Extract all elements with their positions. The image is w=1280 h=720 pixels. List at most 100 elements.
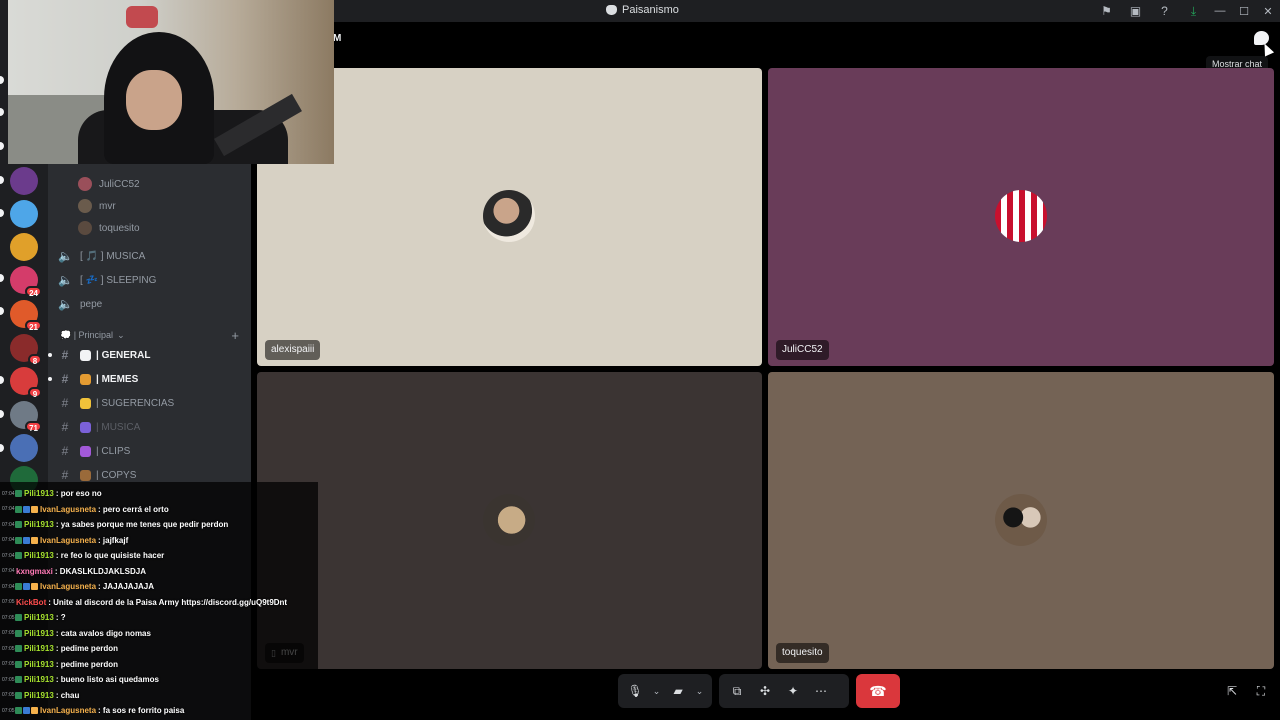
server-icon[interactable] [10, 434, 38, 462]
voice-user-name: JuliCC52 [99, 178, 140, 190]
unread-dot [48, 353, 52, 357]
channel-label: | COPYS [96, 469, 137, 481]
avatar [78, 177, 92, 191]
chat-badge-icon [15, 521, 22, 528]
mention-badge: 71 [25, 421, 42, 433]
popout-icon[interactable]: ⇱ [1223, 682, 1241, 700]
close-button[interactable]: ✕ [1256, 0, 1280, 22]
hash-icon: # [61, 420, 69, 434]
chat-badge-icon [15, 707, 22, 714]
chat-timestamp: 07:04 [2, 552, 15, 559]
chat-message: 07:05 Pili1913: pedime perdon [2, 641, 118, 656]
webcam-person-face [126, 70, 182, 130]
chat-username: IvanLagusneta [40, 706, 97, 715]
screenshare-icon[interactable]: ⧉ [725, 679, 749, 703]
activities-icon[interactable]: ✣ [753, 679, 777, 703]
window-title: Paisanismo [606, 4, 679, 16]
chat-badge-icon [31, 505, 38, 513]
chat-username: Pili1913 [24, 489, 54, 498]
window-title-text: Paisanismo [622, 4, 679, 16]
voice-user-toquesito[interactable]: toquesito [78, 219, 140, 237]
server-avatar [10, 233, 38, 261]
chat-badge-icon [15, 691, 22, 699]
participant-tile-julicc52[interactable]: JuliCC52 [768, 68, 1274, 366]
participant-tile-mvr[interactable]: ▯ mvr [257, 372, 762, 669]
server-icon[interactable]: 24 [10, 266, 42, 298]
unread-pill [0, 307, 4, 315]
chat-timestamp: 07:05 [2, 676, 15, 683]
stream-chat-overlay: 07:04 Pili1913: por eso no 07:04 IvanLagusn… [0, 482, 318, 720]
chat-badge-icon [15, 583, 22, 590]
unread-pill [0, 410, 4, 418]
server-icon[interactable]: 8 [10, 334, 42, 366]
download-icon[interactable]: ⤓ [1179, 0, 1208, 22]
channel-label: | MUSICA [96, 421, 141, 433]
mention-badge: 8 [28, 354, 42, 366]
voice-user-juliCC52[interactable]: JuliCC52 [78, 175, 140, 193]
chat-badge-icon [31, 707, 38, 714]
voice-channel-sleeping[interactable]: 🔈 [ 💤 ] SLEEPING [58, 270, 156, 290]
voice-channel-pepe[interactable]: 🔈 pepe [58, 294, 102, 314]
unread-dot [48, 377, 52, 381]
camera-off-icon[interactable]: ▰ [667, 679, 689, 703]
chat-timestamp: 07:04 [2, 537, 15, 543]
text-channel[interactable]: # | CLIPS [58, 441, 131, 461]
server-icon[interactable]: 71 [10, 401, 42, 433]
create-channel-button[interactable]: + [231, 328, 239, 343]
speaker-icon: 🔈 [58, 297, 73, 311]
channel-emoji-icon [80, 445, 91, 457]
text-channel[interactable]: # | MUSICA [58, 417, 141, 437]
chat-username: Pili1913 [24, 659, 54, 669]
streamer-webcam-overlay [8, 0, 334, 164]
chevron-down-icon: ⌄ [117, 330, 125, 340]
server-icon[interactable]: 21 [10, 300, 42, 332]
chat-message: 07:05 Pili1913: chau [2, 688, 79, 703]
more-icon[interactable]: ⋯ [809, 679, 833, 703]
voice-channel-musica[interactable]: 🔈 [ 🎵 ] MUSICA [58, 246, 145, 266]
chat-message: 07:05 Pili1913: ? [2, 610, 66, 625]
text-channel[interactable]: # | SUGERENCIAS [58, 393, 175, 413]
microphone-icon[interactable]: 🎙 [624, 679, 646, 703]
help-icon[interactable]: ? [1150, 0, 1179, 22]
chat-message: 07:05 Pili1913: bueno listo asi quedamos [2, 672, 159, 687]
flag-icon[interactable]: ⚑ [1092, 0, 1121, 22]
channel-label: [ 💤 ] SLEEPING [80, 274, 157, 286]
voice-user-mvr[interactable]: mvr [78, 197, 116, 215]
participant-avatar [483, 190, 535, 242]
chat-text: : ? [55, 613, 66, 622]
text-channel[interactable]: # | GENERAL [58, 345, 151, 365]
chat-username: Pili1913 [24, 690, 54, 700]
text-channel[interactable]: # | MEMES [58, 369, 139, 389]
chat-message: 07:04 Pili1913: por eso no [2, 486, 102, 501]
chevron-down-icon[interactable]: ⌄ [650, 679, 663, 703]
fullscreen-icon[interactable]: ⛶ [1252, 682, 1270, 700]
chat-badge-icon [23, 536, 30, 544]
server-avatar [10, 434, 38, 462]
participant-avatar [995, 494, 1047, 546]
chat-text: : bueno listo asi quedamos [55, 675, 159, 684]
category-principal[interactable]: 💭 | Principal ⌄ [60, 330, 125, 341]
maximize-button[interactable]: ☐ [1232, 0, 1256, 22]
participant-tile-toquesito[interactable]: toquesito [768, 372, 1274, 669]
server-icon[interactable] [10, 233, 38, 261]
participant-avatar [995, 190, 1047, 242]
unread-pill [0, 376, 4, 384]
chat-badge-icon [15, 505, 22, 513]
channel-label: | CLIPS [96, 445, 131, 457]
chevron-down-icon[interactable]: ⌄ [693, 679, 706, 703]
minimize-button[interactable]: — [1208, 0, 1232, 22]
server-icon[interactable]: 9 [10, 367, 42, 399]
server-icon[interactable] [10, 167, 38, 195]
mention-badge: 21 [25, 320, 42, 332]
chat-timestamp: 07:04 [2, 583, 15, 590]
discord-logo-icon [606, 5, 617, 15]
inbox-icon[interactable]: ▣ [1121, 0, 1150, 22]
avatar [78, 221, 92, 235]
hangup-button[interactable]: ☎ [856, 674, 900, 708]
unread-pill [0, 209, 4, 217]
chat-text: : jajfkajf [98, 535, 129, 545]
unread-pill [0, 176, 4, 184]
server-avatar [10, 200, 38, 228]
server-icon[interactable] [10, 200, 38, 228]
soundboard-icon[interactable]: ✦ [781, 679, 805, 703]
